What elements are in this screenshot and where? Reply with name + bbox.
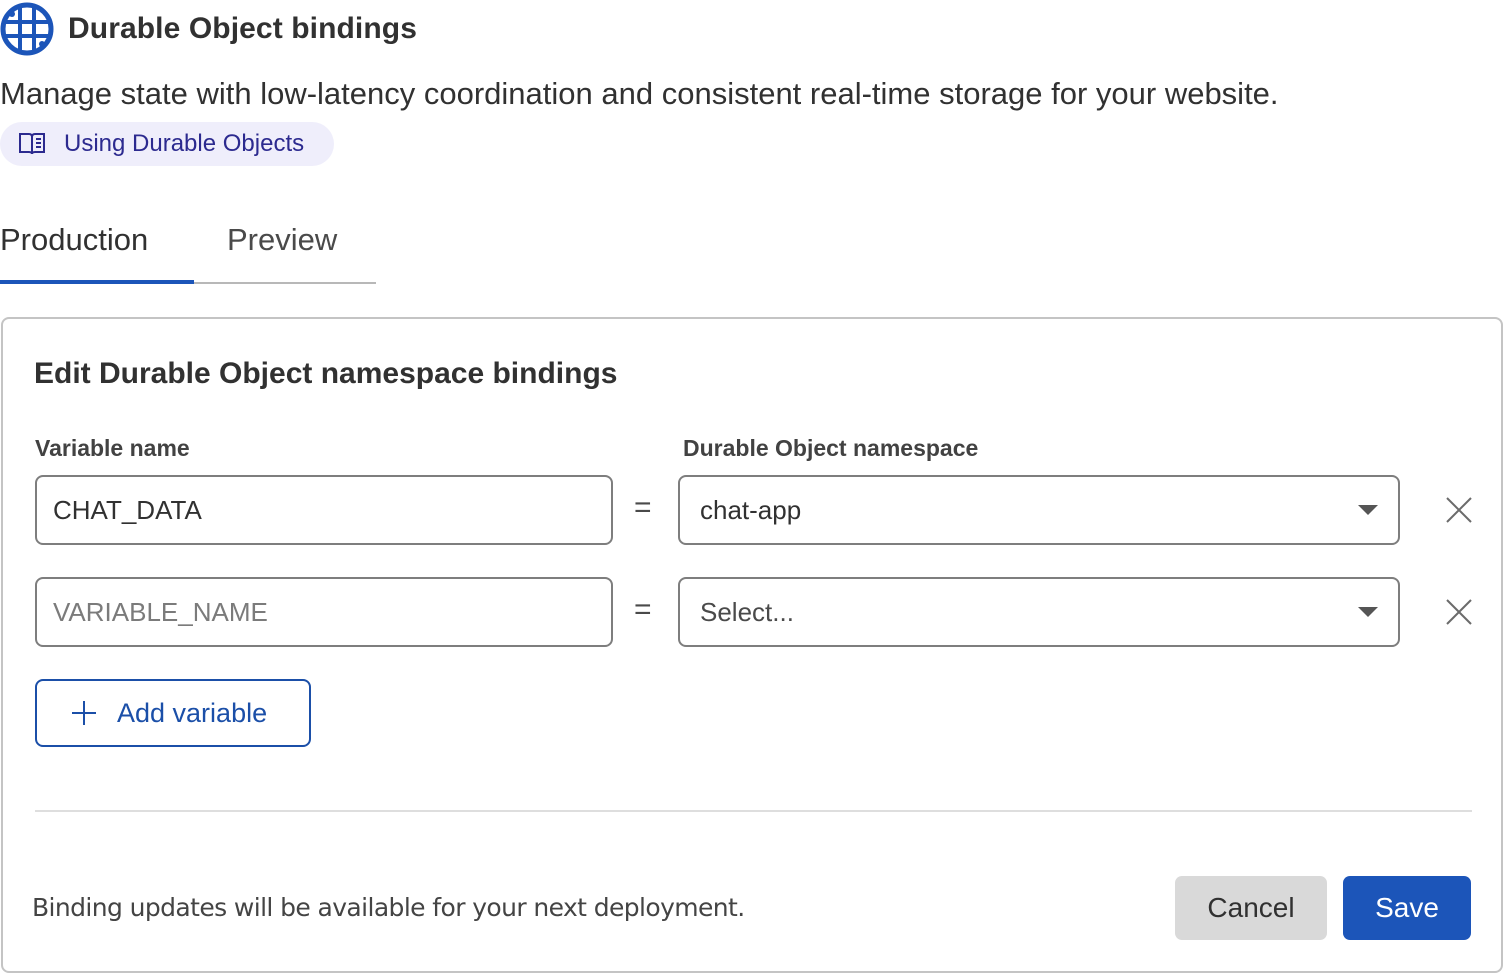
- variable-name-input[interactable]: [35, 577, 613, 647]
- caret-down-icon: [1358, 505, 1378, 515]
- variable-name-label: Variable name: [35, 435, 190, 461]
- save-button[interactable]: Save: [1343, 876, 1471, 940]
- cancel-button[interactable]: Cancel: [1175, 876, 1327, 940]
- page-description: Manage state with low-latency coordinati…: [0, 76, 1279, 111]
- close-icon[interactable]: [1444, 597, 1474, 627]
- add-variable-button[interactable]: Add variable: [35, 679, 311, 747]
- page-header: Durable Object bindings: [0, 2, 417, 56]
- namespace-select[interactable]: Select...: [678, 577, 1400, 647]
- globe-icon: [0, 2, 54, 56]
- tab-production[interactable]: Production: [0, 222, 148, 258]
- environment-tabs: Production Preview: [0, 216, 376, 284]
- tab-preview[interactable]: Preview: [227, 222, 337, 258]
- equals-sign: =: [634, 491, 652, 524]
- deployment-note: Binding updates will be available for yo…: [32, 893, 745, 922]
- variable-name-input[interactable]: [35, 475, 613, 545]
- namespace-select-placeholder: Select...: [700, 596, 794, 627]
- close-icon[interactable]: [1444, 495, 1474, 525]
- panel-title: Edit Durable Object namespace bindings: [34, 357, 618, 390]
- equals-sign: =: [634, 593, 652, 626]
- namespace-select-value: chat-app: [700, 494, 802, 525]
- doc-link-label: Using Durable Objects: [64, 130, 305, 157]
- namespace-label: Durable Object namespace: [683, 435, 979, 461]
- namespace-select[interactable]: chat-app: [678, 475, 1400, 545]
- add-variable-label: Add variable: [117, 697, 268, 728]
- bindings-panel: Edit Durable Object namespace bindings V…: [1, 317, 1503, 973]
- plus-icon: [72, 701, 96, 725]
- using-durable-objects-link[interactable]: Using Durable Objects: [0, 122, 334, 166]
- caret-down-icon: [1358, 607, 1378, 617]
- active-tab-indicator: [0, 280, 194, 284]
- divider: [35, 810, 1472, 812]
- page-title: Durable Object bindings: [68, 12, 417, 45]
- book-icon: [19, 133, 45, 155]
